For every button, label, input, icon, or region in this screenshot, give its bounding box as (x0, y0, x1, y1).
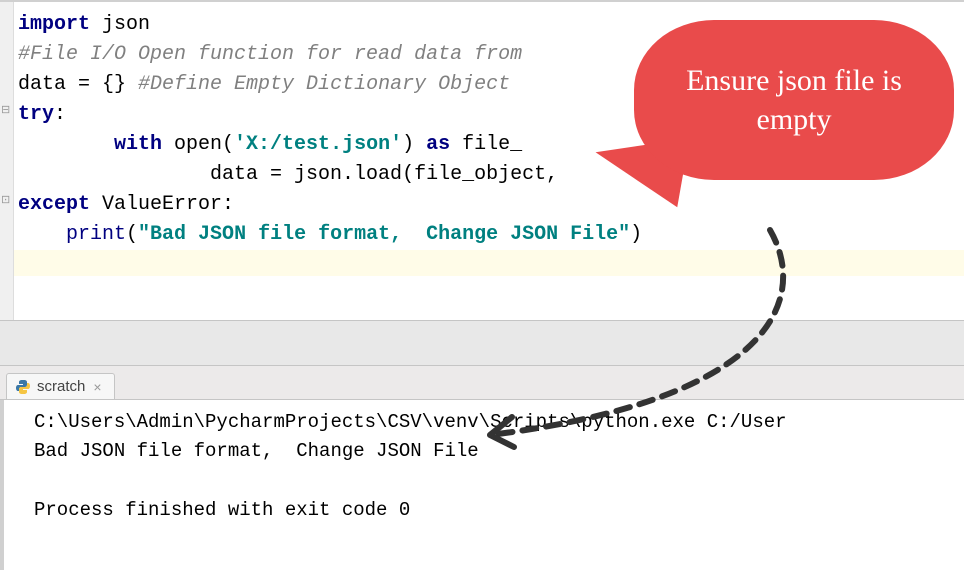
run-console[interactable]: C:\Users\Admin\PycharmProjects\CSV\venv\… (0, 400, 964, 570)
console-line (34, 467, 964, 496)
fold-icon[interactable]: ⊟ (1, 102, 10, 119)
tab-label: scratch (37, 378, 85, 395)
callout-text: Ensure json file is empty (654, 61, 934, 139)
annotation-callout: Ensure json file is empty (594, 20, 954, 220)
console-line: Process finished with exit code 0 (34, 496, 964, 525)
panel-separator[interactable] (0, 320, 964, 366)
console-tabbar: scratch × (0, 366, 964, 400)
python-file-icon (15, 379, 31, 395)
console-line: Bad JSON file format, Change JSON File (34, 437, 964, 466)
callout-bubble: Ensure json file is empty (634, 20, 954, 180)
fold-icon[interactable]: ⊡ (1, 192, 10, 209)
close-icon[interactable]: × (91, 379, 103, 395)
gutter: ⊟ ⊡ (0, 2, 14, 320)
code-line: print("Bad JSON file format, Change JSON… (18, 220, 964, 250)
console-line: C:\Users\Admin\PycharmProjects\CSV\venv\… (34, 408, 964, 437)
run-tab-scratch[interactable]: scratch × (6, 373, 115, 399)
caret-line (14, 250, 964, 276)
